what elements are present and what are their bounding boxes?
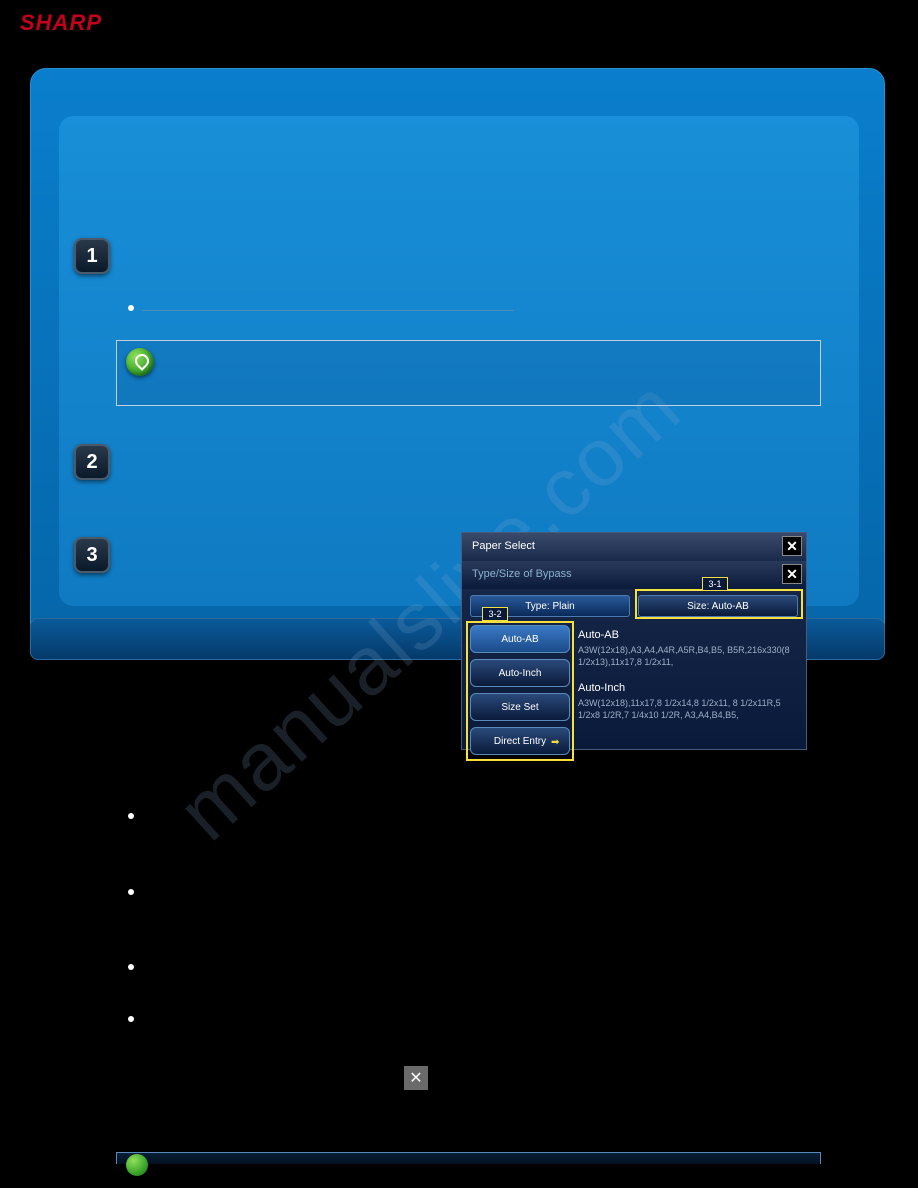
dialog-title-bar: Paper Select ✕ — [462, 533, 806, 561]
tip-icon — [126, 348, 154, 376]
dialog-title: Paper Select — [472, 540, 535, 552]
tip-icon-bottom — [126, 1154, 148, 1176]
close-icon-sub[interactable]: ✕ — [782, 564, 802, 584]
bullet — [128, 964, 134, 970]
close-icon[interactable]: ✕ — [782, 536, 802, 556]
info-box — [116, 340, 821, 406]
auto-ab-sizes: A3W(12x18),A3,A4,A4R,A5R,B4,B5, B5R,216x… — [578, 645, 798, 668]
brand-logo: SHARP — [20, 10, 102, 35]
bottom-info-box — [116, 1152, 821, 1164]
bullet — [128, 813, 134, 819]
step-3-badge: 3 — [74, 537, 110, 573]
step-2-badge: 2 — [74, 444, 110, 480]
dialog-subtitle-bar: Type/Size of Bypass ✕ — [462, 561, 806, 589]
auto-inch-heading: Auto-Inch — [578, 682, 798, 694]
bullet — [128, 305, 134, 311]
page-close-icon[interactable]: ✕ — [404, 1066, 428, 1090]
auto-inch-sizes: A3W(12x18),11x17,8 1/2x14,8 1/2x11, 8 1/… — [578, 698, 798, 721]
size-set-button[interactable]: Size Set — [470, 693, 570, 721]
auto-ab-heading: Auto-AB — [578, 629, 798, 641]
link-underline[interactable] — [142, 310, 514, 311]
callout-31-label: 3-1 — [702, 577, 728, 591]
callout-32-label: 3-2 — [482, 607, 508, 621]
dialog-subtitle: Type/Size of Bypass — [472, 568, 572, 580]
auto-ab-button[interactable]: Auto-AB — [470, 625, 570, 653]
step-1-badge: 1 — [74, 238, 110, 274]
auto-inch-button[interactable]: Auto-Inch — [470, 659, 570, 687]
bullet — [128, 1016, 134, 1022]
size-button[interactable]: Size: Auto-AB — [638, 595, 798, 617]
direct-entry-label: Direct Entry — [494, 736, 546, 747]
bullet — [128, 889, 134, 895]
direct-entry-button[interactable]: Direct Entry ➡ — [470, 727, 570, 755]
arrow-right-icon: ➡ — [551, 737, 563, 745]
paper-select-dialog: Paper Select ✕ Type/Size of Bypass ✕ Typ… — [461, 532, 807, 750]
